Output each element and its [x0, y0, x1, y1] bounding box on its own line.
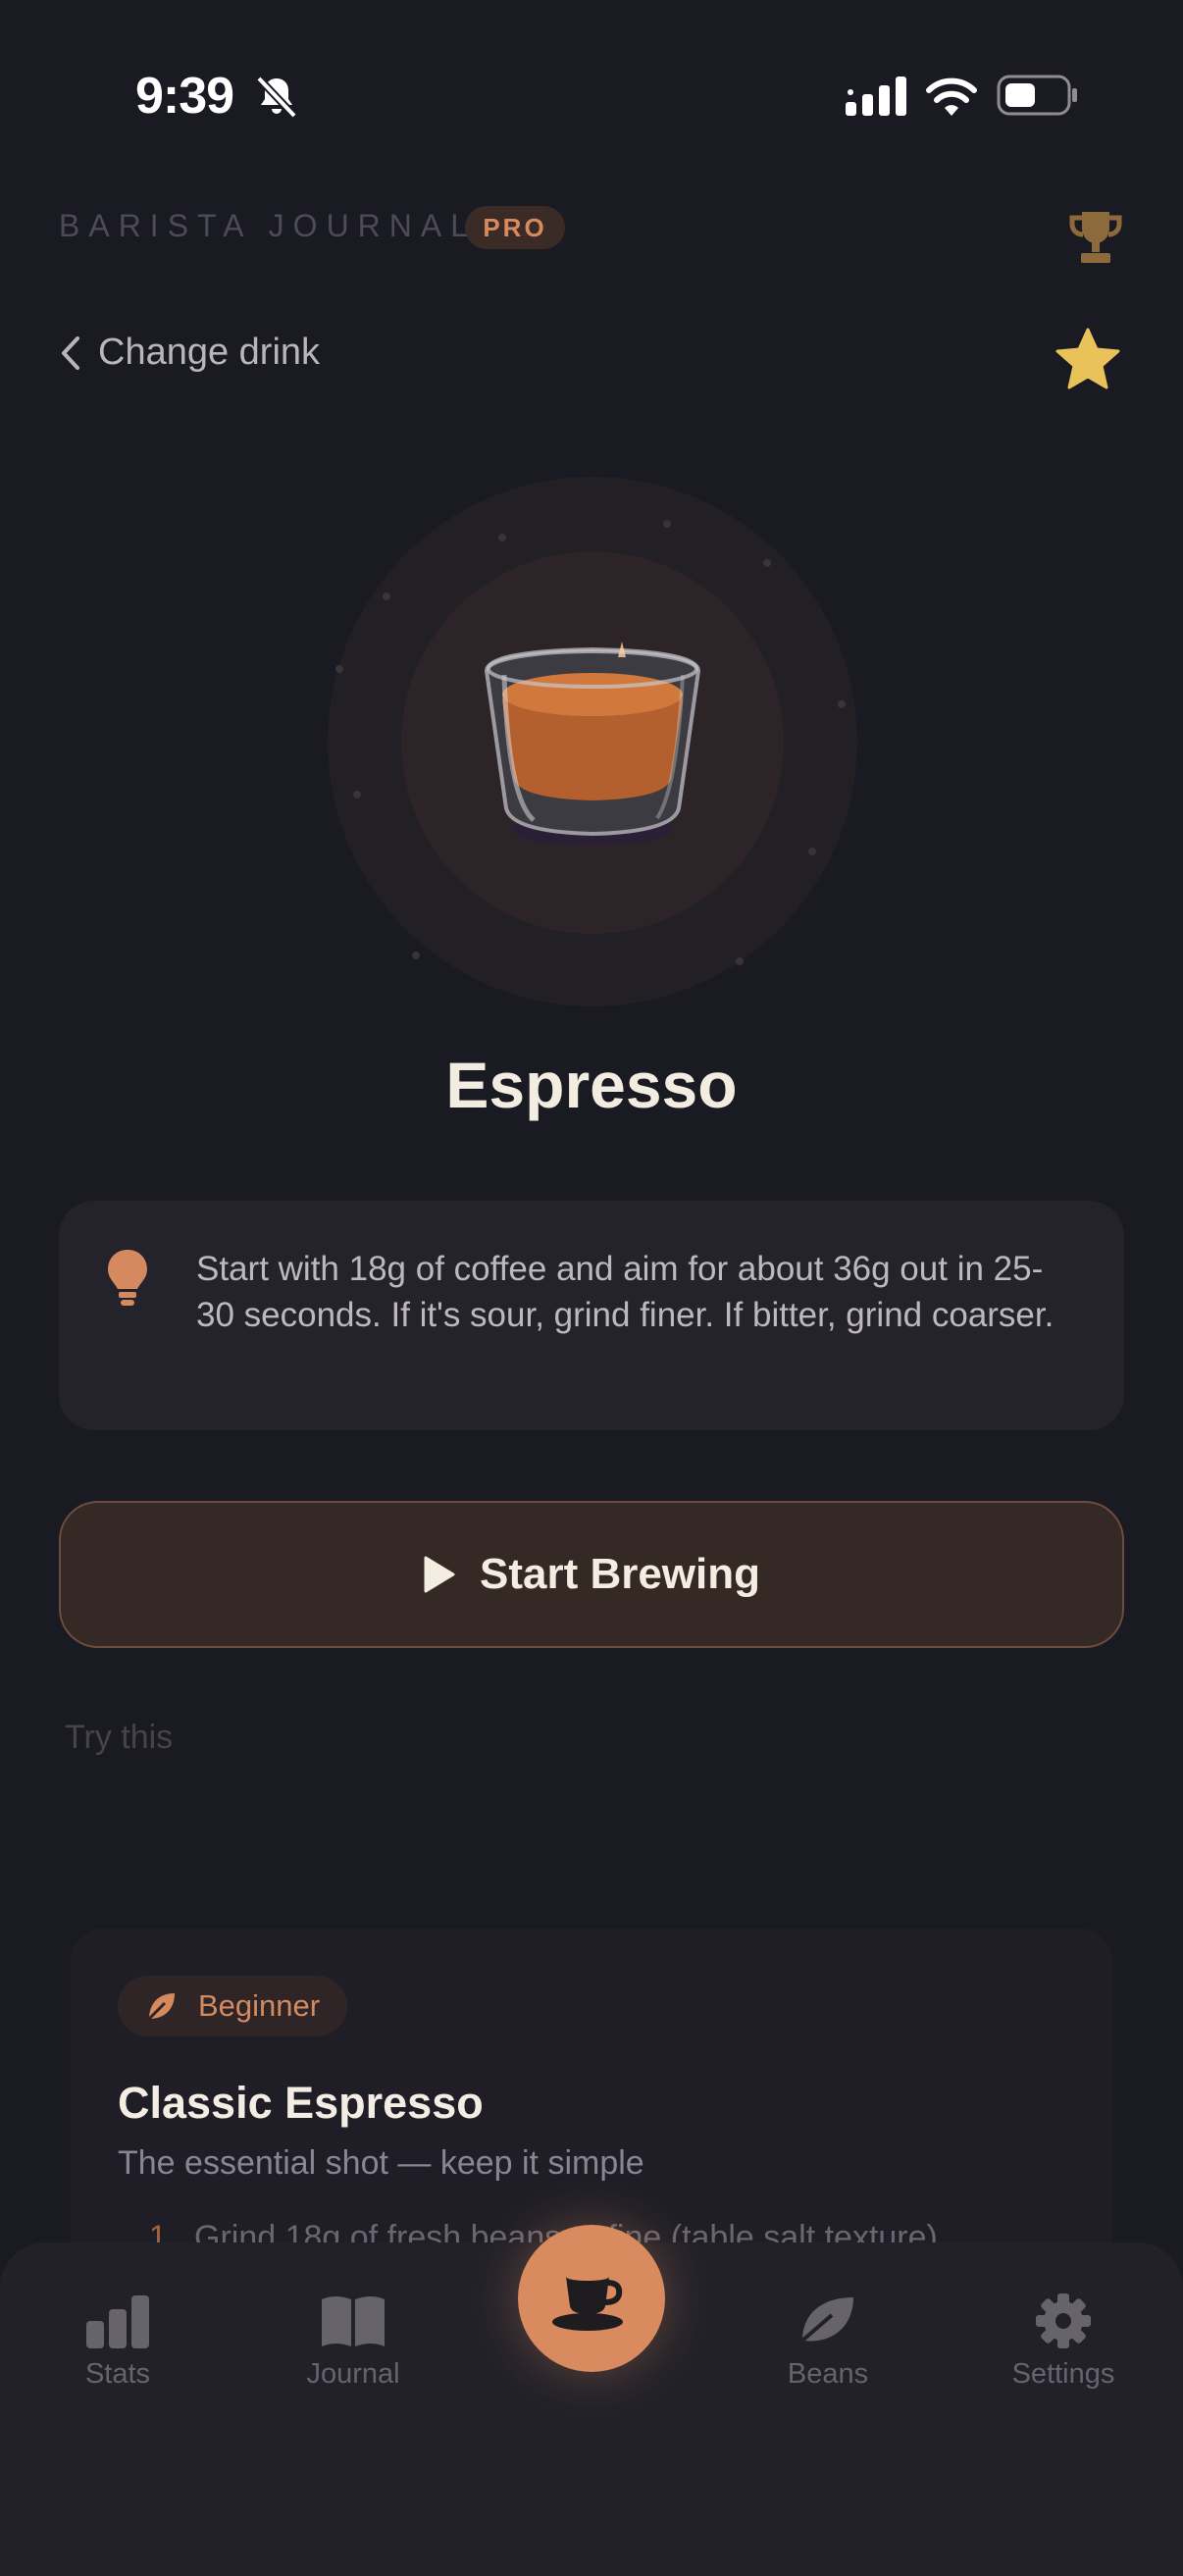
leaf-icon — [147, 1993, 175, 2021]
start-brewing-label: Start Brewing — [479, 1550, 761, 1598]
tab-stats[interactable]: Stats — [61, 2292, 175, 2391]
level-label: Beginner — [198, 1988, 321, 2023]
leaf-icon — [800, 2297, 853, 2343]
favorite-star-icon[interactable] — [1055, 328, 1120, 390]
halo-dot — [498, 534, 506, 541]
section-heading: Try this — [65, 1719, 174, 1756]
espresso-glass-icon — [484, 642, 701, 846]
tab-label: Stats — [84, 2358, 151, 2390]
tab-label: Settings — [1011, 2358, 1115, 2390]
status-time: 9:39 — [135, 68, 234, 125]
halo-dot — [663, 520, 671, 528]
halo-dot — [383, 592, 390, 600]
change-drink-label: Change drink — [98, 332, 321, 373]
coffee-cup-icon — [552, 2273, 623, 2331]
halo-dot — [808, 848, 816, 855]
level-badge: Beginner — [118, 1976, 348, 2036]
cellular-signal-icon — [846, 77, 906, 116]
tab-journal[interactable]: Journal — [288, 2292, 418, 2391]
halo-dot — [353, 791, 361, 799]
halo-dot — [838, 700, 846, 708]
gear-icon — [1036, 2293, 1091, 2348]
tip-text: Start with 18g of coffee and aim for abo… — [196, 1250, 1054, 1334]
chevron-left-icon — [62, 335, 79, 370]
tab-label: Beans — [787, 2358, 869, 2390]
halo-dot — [763, 559, 771, 567]
tab-settings[interactable]: Settings — [997, 2292, 1130, 2391]
halo-dot — [335, 665, 343, 673]
bar-chart-icon — [86, 2295, 149, 2348]
wifi-icon — [926, 77, 977, 116]
tab-beans[interactable]: Beans — [773, 2292, 883, 2391]
change-drink-button[interactable]: Change drink — [59, 332, 320, 374]
app-name: BARISTA JOURNAL — [59, 208, 478, 243]
trophy-icon[interactable] — [1069, 210, 1122, 265]
battery-icon — [997, 75, 1077, 116]
pro-badge: PRO — [465, 206, 565, 249]
play-icon — [424, 1556, 455, 1593]
recipe-title: Classic Espresso — [118, 2078, 484, 2128]
lightbulb-icon — [108, 1250, 147, 1306]
bell-muted-icon — [256, 76, 297, 119]
halo-dot — [736, 957, 744, 965]
tab-brew[interactable] — [518, 2225, 665, 2372]
book-icon — [322, 2296, 385, 2346]
recipe-subtitle: The essential shot — keep it simple — [118, 2144, 644, 2182]
start-brewing-button[interactable]: Start Brewing — [59, 1501, 1124, 1648]
tab-label: Journal — [306, 2358, 400, 2390]
halo-dot — [412, 952, 420, 959]
drink-title: Espresso — [445, 1049, 738, 1121]
